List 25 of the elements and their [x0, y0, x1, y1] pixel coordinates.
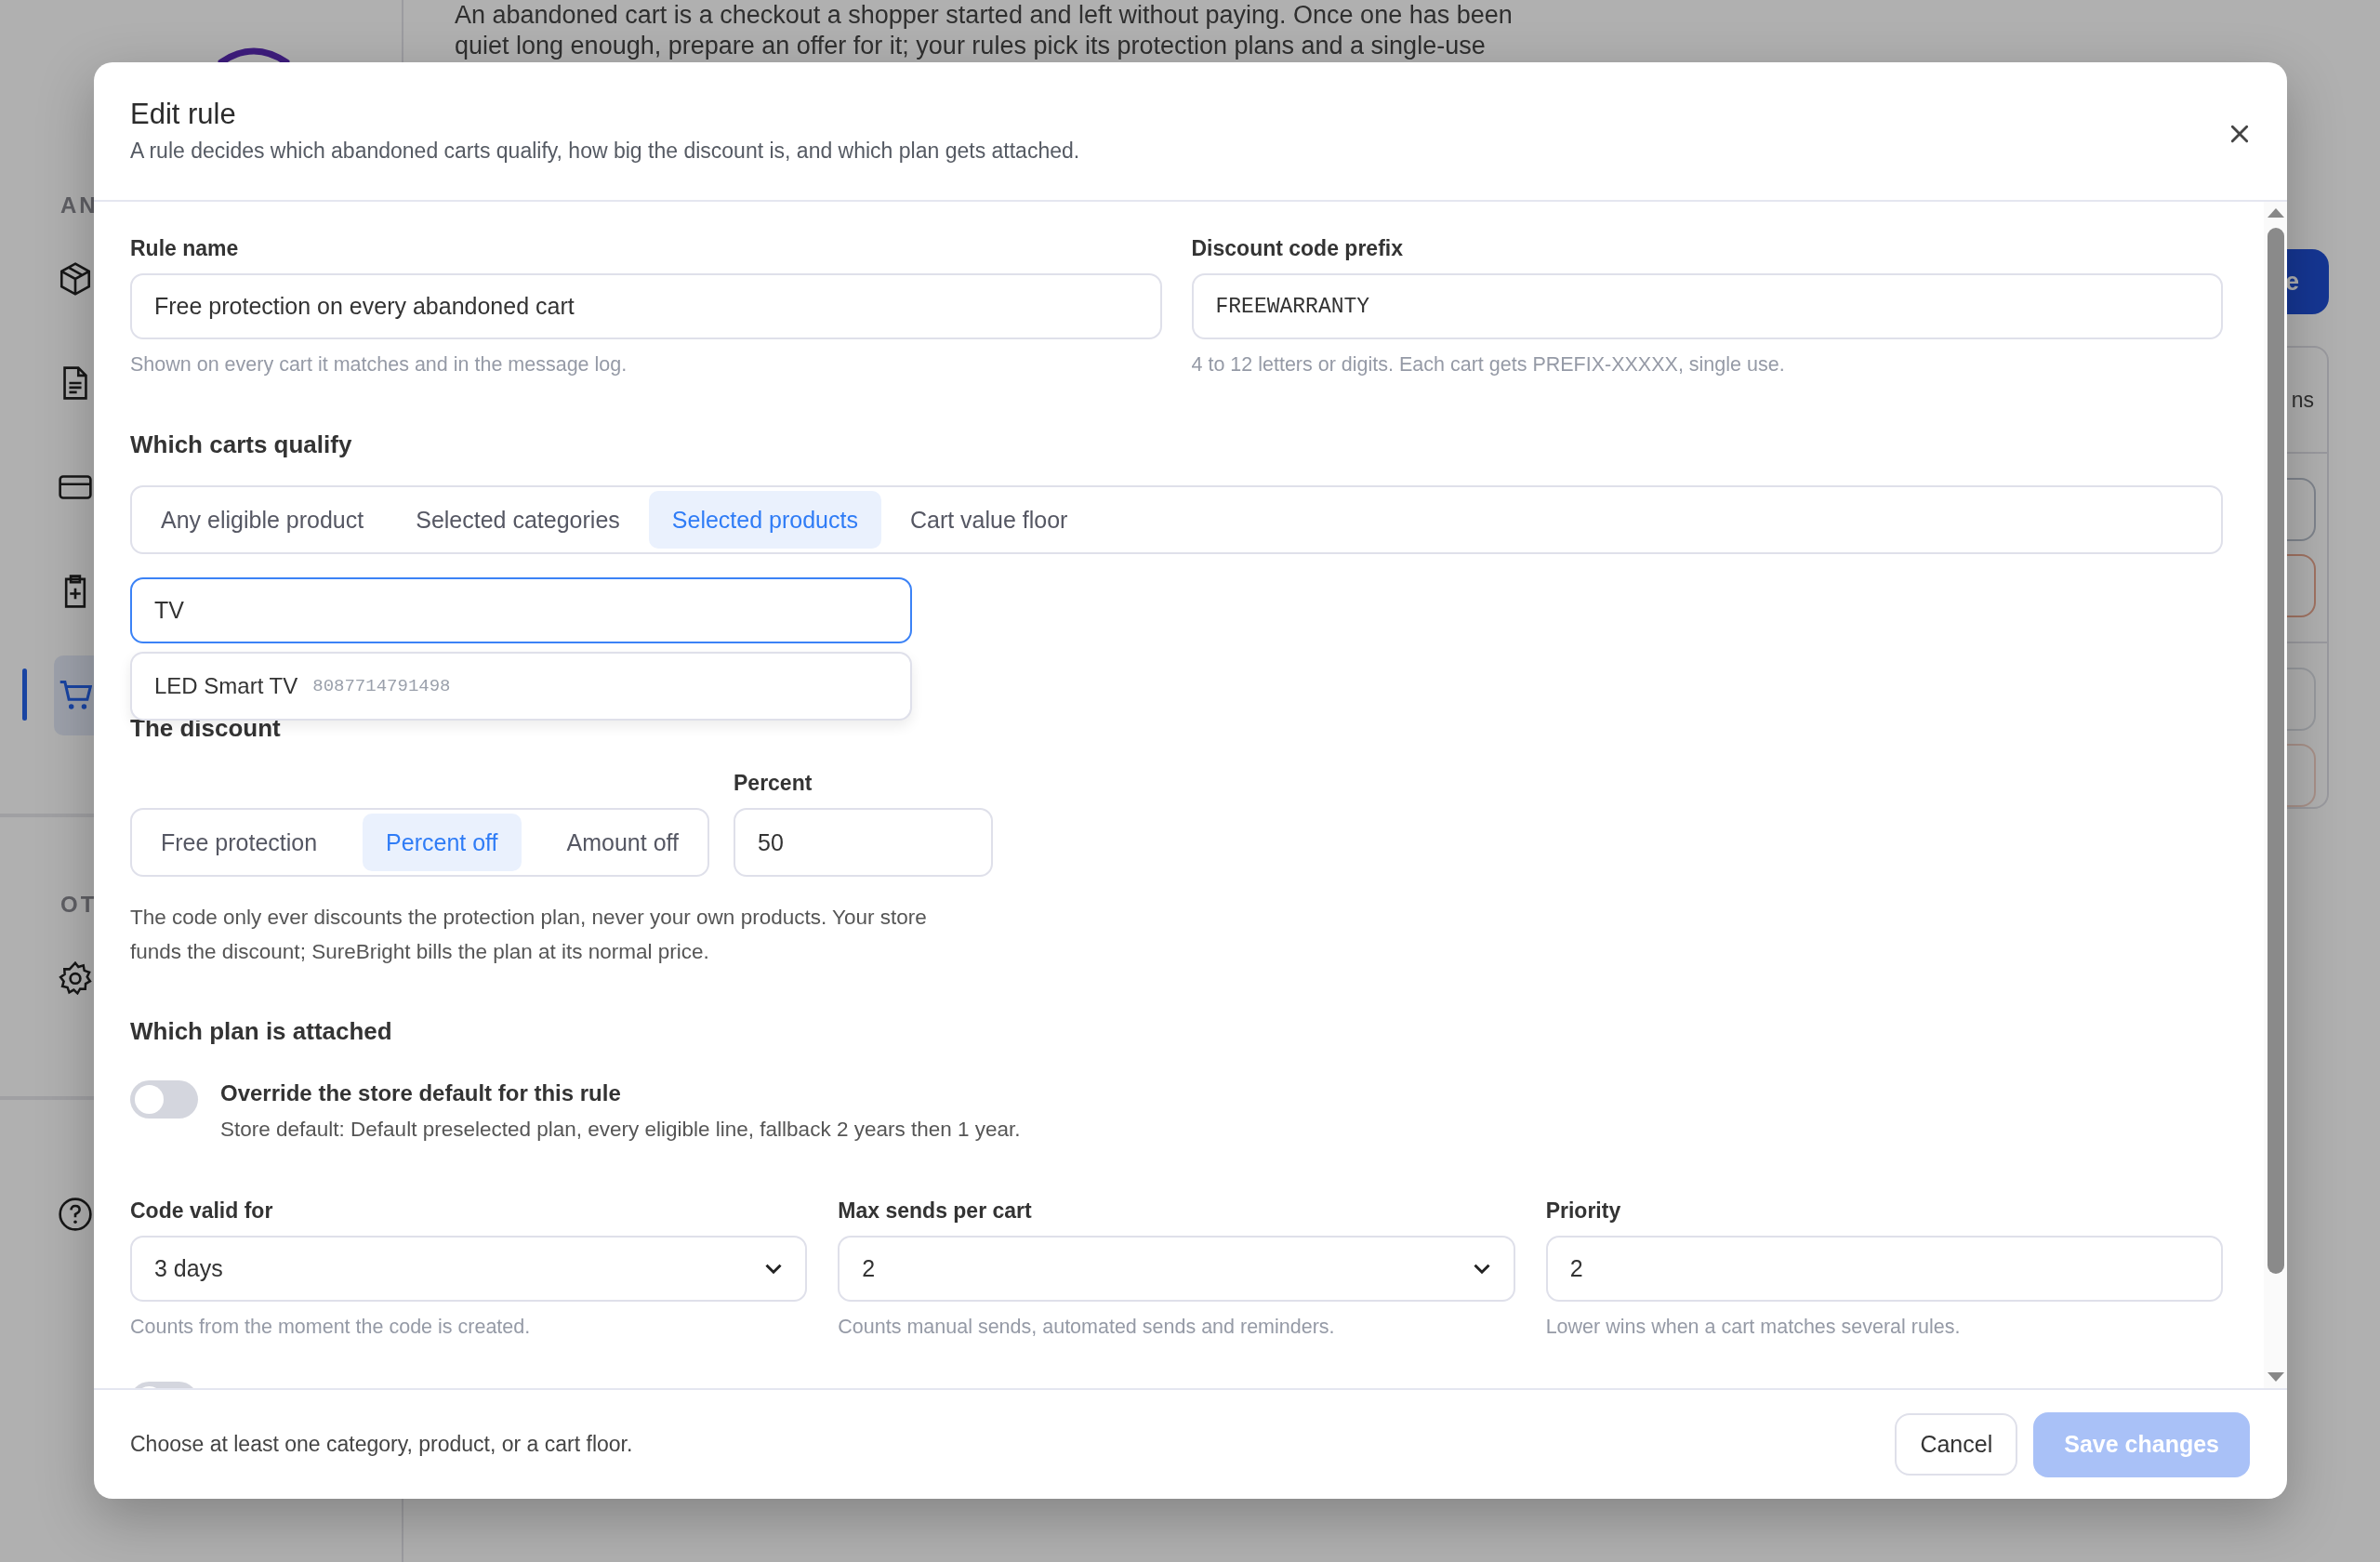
product-sku: 8087714791498 [312, 676, 451, 696]
toggle-description: Store default: Default preselected plan, every eligible line, fallback 2 years then 1 year. [220, 1118, 1021, 1142]
field-label: Discount code prefix [1191, 235, 1404, 261]
field-label: Percent [734, 770, 813, 796]
section-heading: Which carts qualify [130, 430, 352, 458]
validation-message: Choose at least one category, product, or a cart floor. [130, 1432, 633, 1457]
dialog-subtitle: A rule decides which abandoned carts qualify, how big the discount is, and which plan gets attached. [130, 139, 1080, 164]
field-label: Priority [1545, 1198, 1622, 1224]
field-label: Rule name [130, 235, 240, 261]
field-label: Code valid for [130, 1198, 274, 1224]
section-heading: Which plan is attached [130, 1017, 392, 1045]
section-label: OT [60, 892, 98, 918]
card-text: ns [2291, 387, 2314, 413]
field-label: Max sends per cart [838, 1198, 1033, 1224]
intro-text: An abandoned cart is a checkout a shopper started and left without paying. Once one has been quiet long enough, prepare an offer for it; your rules pick its protection plans and a single-use [455, 0, 1514, 61]
field-hint: Counts from the moment the code is created. [130, 1315, 532, 1339]
field-hint: Lower wins when a cart matches several rules. [1545, 1315, 1962, 1339]
field-hint: Shown on every cart it matches and in the message log. [130, 352, 628, 377]
field-hint: 4 to 12 letters or digits. Each cart gets PREFIX-XXXXX, single use. [1191, 352, 1786, 377]
product-name: LED Smart TV [154, 673, 298, 699]
discount-note: The code only ever discounts the protection plan, never your own products. Your store funds the discount; SureBright bills the plan at its normal price. [130, 905, 928, 965]
toggle-label: Override the store default for this rule [220, 1080, 622, 1106]
dialog-title: Edit rule [130, 98, 237, 131]
field-hint: Counts manual sends, automated sends and reminders. [838, 1315, 1336, 1339]
section-label: AN [60, 192, 99, 218]
